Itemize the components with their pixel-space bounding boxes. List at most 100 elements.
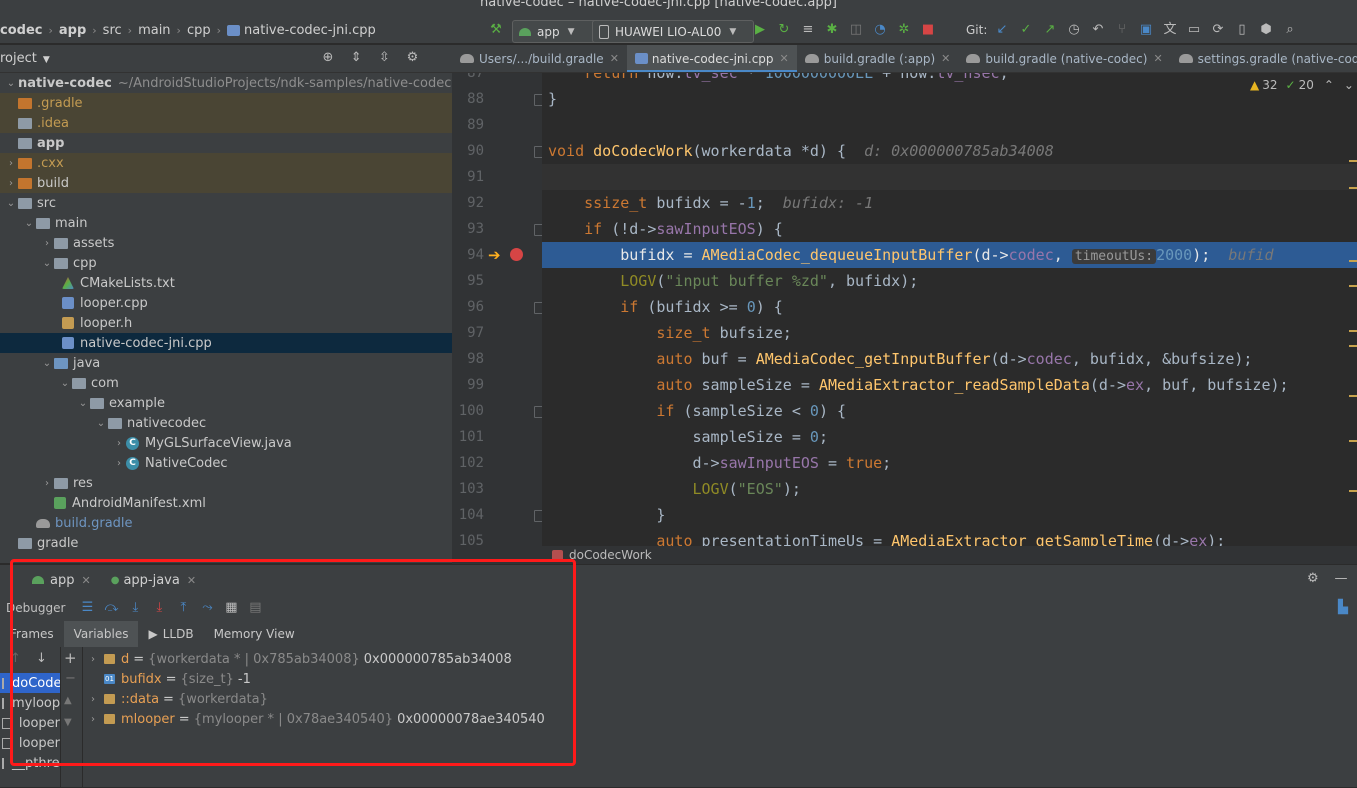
- subtab-memory-view[interactable]: Memory View: [204, 621, 305, 647]
- tree-item[interactable]: ⌄ nativecodec: [0, 413, 452, 433]
- move-up-icon[interactable]: ▲: [64, 695, 72, 706]
- code-editor[interactable]: return now.tv_sec * 1000000000LL + now.t…: [542, 73, 1357, 546]
- scroll-marker[interactable]: [1349, 187, 1357, 189]
- frame-item[interactable]: doCodecWork: [0, 673, 60, 693]
- tree-item[interactable]: › .cxx: [0, 153, 452, 173]
- line-number[interactable]: 101: [452, 424, 484, 450]
- line-number[interactable]: 93: [452, 216, 484, 242]
- close-icon[interactable]: ✕: [780, 52, 789, 65]
- apply-changes-icon[interactable]: ↻: [776, 22, 792, 38]
- fold-icon[interactable]: [534, 406, 542, 418]
- rollback-icon[interactable]: ↶: [1090, 22, 1106, 38]
- chevron-down-icon[interactable]: ⌄: [4, 78, 18, 89]
- add-watch-icon[interactable]: +: [64, 649, 77, 667]
- code-line[interactable]: }: [542, 86, 1357, 112]
- tree-item[interactable]: .idea: [0, 113, 452, 133]
- editor-tab[interactable]: native-codec-jni.cpp ✕: [626, 45, 797, 72]
- tree-item[interactable]: CMakeLists.txt: [0, 273, 452, 293]
- gear-icon[interactable]: ⚙: [404, 50, 420, 66]
- chevron-down-icon[interactable]: ⌄: [58, 378, 72, 389]
- editor-tab[interactable]: Users/.../build.gradle ✕: [452, 45, 627, 72]
- tree-item[interactable]: looper.cpp: [0, 293, 452, 313]
- branch-icon[interactable]: ⑂: [1114, 22, 1130, 38]
- code-line[interactable]: return now.tv_sec * 1000000000LL + now.t…: [542, 73, 1357, 86]
- inspection-widget[interactable]: ▲ 32 ✓ 20 ⌃ ⌄: [1250, 76, 1354, 94]
- stop-icon[interactable]: ■: [920, 22, 936, 38]
- code-line[interactable]: ssize_t bufidx = -1; bufidx: -1: [542, 190, 1357, 216]
- variable-row[interactable]: › d = {workerdata * | 0x785ab34008} 0x000000…: [82, 649, 512, 669]
- move-down-icon[interactable]: ▼: [64, 717, 72, 728]
- apply-code-changes-icon[interactable]: ≡: [800, 22, 816, 38]
- editor-tab[interactable]: settings.gradle (native-codec)✕: [1171, 45, 1357, 72]
- scroll-marker[interactable]: [1349, 440, 1357, 442]
- line-number[interactable]: 97: [452, 320, 484, 346]
- close-icon[interactable]: ✕: [187, 574, 196, 587]
- code-line[interactable]: d->sawInputEOS = true;: [542, 450, 1357, 476]
- code-line[interactable]: if (sampleSize < 0) {: [542, 398, 1357, 424]
- line-number[interactable]: 95: [452, 268, 484, 294]
- tree-item[interactable]: ⌄ main: [0, 213, 452, 233]
- chevron-right-icon[interactable]: ›: [82, 714, 104, 725]
- debug-icon[interactable]: ✱: [824, 22, 840, 38]
- step-into-icon[interactable]: ⤓: [127, 600, 143, 616]
- remove-icon[interactable]: −: [65, 671, 76, 686]
- code-line[interactable]: bufidx = AMediaCodec_dequeueInputBuffer(…: [542, 242, 1357, 268]
- history-icon[interactable]: ◷: [1066, 22, 1082, 38]
- editor-tab[interactable]: build.gradle (native-codec) ✕: [958, 45, 1170, 72]
- subtab-lldb[interactable]: ▶ LLDB: [138, 621, 203, 647]
- run-to-cursor-icon[interactable]: ⤳: [199, 600, 215, 616]
- force-step-into-icon[interactable]: ⤓: [151, 600, 167, 616]
- tree-item[interactable]: ⌄ src: [0, 193, 452, 213]
- scroll-marker[interactable]: [1349, 345, 1357, 347]
- code-line[interactable]: sampleSize = 0;: [542, 424, 1357, 450]
- line-number[interactable]: 99: [452, 372, 484, 398]
- chevron-right-icon[interactable]: ›: [82, 694, 104, 705]
- chevron-down-icon[interactable]: ⌄: [40, 258, 54, 269]
- device-manager-icon[interactable]: ▯: [1234, 22, 1250, 38]
- fold-icon[interactable]: [534, 302, 542, 314]
- step-out-icon[interactable]: ⤒: [175, 600, 191, 616]
- code-line[interactable]: auto sampleSize = AMediaExtractor_readSa…: [542, 372, 1357, 398]
- project-structure-icon[interactable]: ▣: [1138, 22, 1154, 38]
- git-update-icon[interactable]: ↙: [994, 22, 1010, 38]
- tree-item[interactable]: › build: [0, 173, 452, 193]
- chevron-down-icon[interactable]: ⌄: [1344, 78, 1354, 92]
- scroll-marker[interactable]: [1349, 330, 1357, 332]
- chevron-down-icon[interactable]: ⌄: [94, 418, 108, 429]
- git-push-icon[interactable]: ↗: [1042, 22, 1058, 38]
- restore-layout-icon[interactable]: ▙: [1335, 600, 1351, 616]
- tree-item[interactable]: AndroidManifest.xml: [0, 493, 452, 513]
- tree-item[interactable]: › C MyGLSurfaceView.java: [0, 433, 452, 453]
- breadcrumb-item[interactable]: codec: [0, 23, 42, 38]
- sdk-manager-icon[interactable]: ⬢: [1258, 22, 1274, 38]
- close-icon[interactable]: ✕: [1153, 52, 1162, 65]
- code-line[interactable]: LOGV("EOS");: [542, 476, 1357, 502]
- layout-icon[interactable]: ☰: [79, 600, 95, 616]
- code-line[interactable]: auto presentationTimeUs = AMediaExtracto…: [542, 528, 1357, 546]
- translate-icon[interactable]: 文: [1162, 22, 1178, 38]
- attach-icon[interactable]: ✲: [896, 22, 912, 38]
- terminal-icon[interactable]: ▭: [1186, 22, 1202, 38]
- breadcrumb-item[interactable]: src: [103, 23, 122, 38]
- code-line[interactable]: if (!d->sawInputEOS) {: [542, 216, 1357, 242]
- gear-icon[interactable]: ⚙: [1305, 571, 1321, 587]
- profile-icon[interactable]: ◔: [872, 22, 888, 38]
- line-number[interactable]: 104: [452, 502, 484, 528]
- step-over-icon[interactable]: ⤼: [103, 600, 119, 616]
- current-function[interactable]: doCodecWork: [569, 548, 652, 562]
- code-line[interactable]: if (bufidx >= 0) {: [542, 294, 1357, 320]
- chevron-right-icon[interactable]: ›: [82, 654, 104, 665]
- variable-row[interactable]: ›::data = {workerdata}: [82, 689, 272, 709]
- sync-gradle-icon[interactable]: ⟳: [1210, 22, 1226, 38]
- chevron-right-icon[interactable]: ›: [112, 438, 126, 449]
- project-view-select[interactable]: roject ▼: [0, 51, 50, 66]
- build-hammer-icon[interactable]: ⚒: [484, 21, 508, 39]
- chevron-down-icon[interactable]: ⌄: [22, 218, 36, 229]
- editor-tab[interactable]: build.gradle (:app) ✕: [797, 45, 959, 72]
- fold-icon[interactable]: [534, 94, 542, 106]
- device-select[interactable]: HUAWEI LIO-AL00 ▼: [592, 20, 754, 43]
- expand-all-icon[interactable]: ⇕: [348, 50, 364, 66]
- scroll-marker[interactable]: [1349, 160, 1357, 162]
- tree-item[interactable]: › C NativeCodec: [0, 453, 452, 473]
- line-number[interactable]: 98: [452, 346, 484, 372]
